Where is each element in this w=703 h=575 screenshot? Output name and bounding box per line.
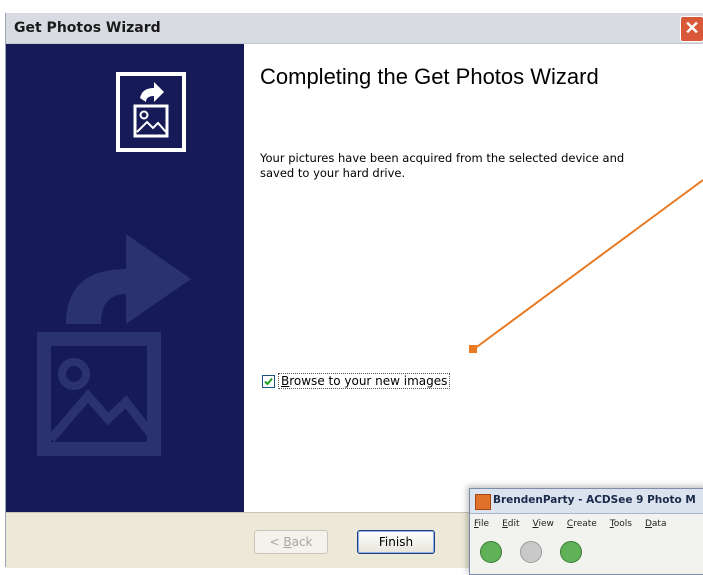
forward-nav-icon[interactable] xyxy=(560,541,582,563)
menu-view[interactable]: View xyxy=(533,519,554,529)
photo-import-icon xyxy=(116,72,186,152)
acdsee-window[interactable]: BrendenParty - ACDSee 9 Photo M File Edi… xyxy=(469,488,703,575)
close-button[interactable]: ✕ xyxy=(680,16,703,42)
back-button[interactable]: < Back xyxy=(254,530,328,554)
stop-icon[interactable] xyxy=(520,541,542,563)
label-rest: rowse to your new images xyxy=(289,374,448,388)
back-rest: ack xyxy=(291,535,313,549)
wizard-window: Get Photos Wizard ✕ Completing the Get P… xyxy=(5,13,703,568)
window-title: Get Photos Wizard xyxy=(14,20,161,36)
checkmark-icon xyxy=(264,377,273,385)
acdsee-menu-bar: File Edit View Create Tools Data xyxy=(474,519,666,529)
title-bar[interactable]: Get Photos Wizard ✕ xyxy=(6,13,703,44)
browse-images-label[interactable]: Browse to your new images xyxy=(278,373,451,389)
finish-button[interactable]: Finish xyxy=(357,530,435,554)
close-icon: ✕ xyxy=(684,18,700,38)
page-description: Your pictures have been acquired from th… xyxy=(260,151,625,180)
menu-file[interactable]: File xyxy=(474,519,489,529)
menu-edit[interactable]: Edit xyxy=(502,519,519,529)
label-mnemonic: B xyxy=(281,374,290,388)
browse-images-checkbox[interactable] xyxy=(262,374,275,388)
menu-tools[interactable]: Tools xyxy=(610,519,632,529)
acdsee-toolbar xyxy=(480,541,582,563)
menu-create[interactable]: Create xyxy=(567,519,597,529)
acdsee-title: BrendenParty - ACDSee 9 Photo M xyxy=(493,494,696,506)
browse-images-option[interactable]: Browse to your new images xyxy=(262,373,451,389)
back-prefix: < xyxy=(269,535,284,549)
back-nav-icon[interactable] xyxy=(480,541,502,563)
wizard-banner xyxy=(6,44,244,512)
app-icon xyxy=(475,494,491,510)
acdsee-title-bar[interactable]: BrendenParty - ACDSee 9 Photo M xyxy=(470,489,703,514)
back-mnemonic: B xyxy=(283,535,292,549)
page-heading: Completing the Get Photos Wizard xyxy=(260,64,599,89)
wizard-content: Completing the Get Photos Wizard Your pi… xyxy=(244,44,703,512)
photo-import-art xyxy=(37,234,191,456)
menu-data[interactable]: Data xyxy=(645,519,667,529)
